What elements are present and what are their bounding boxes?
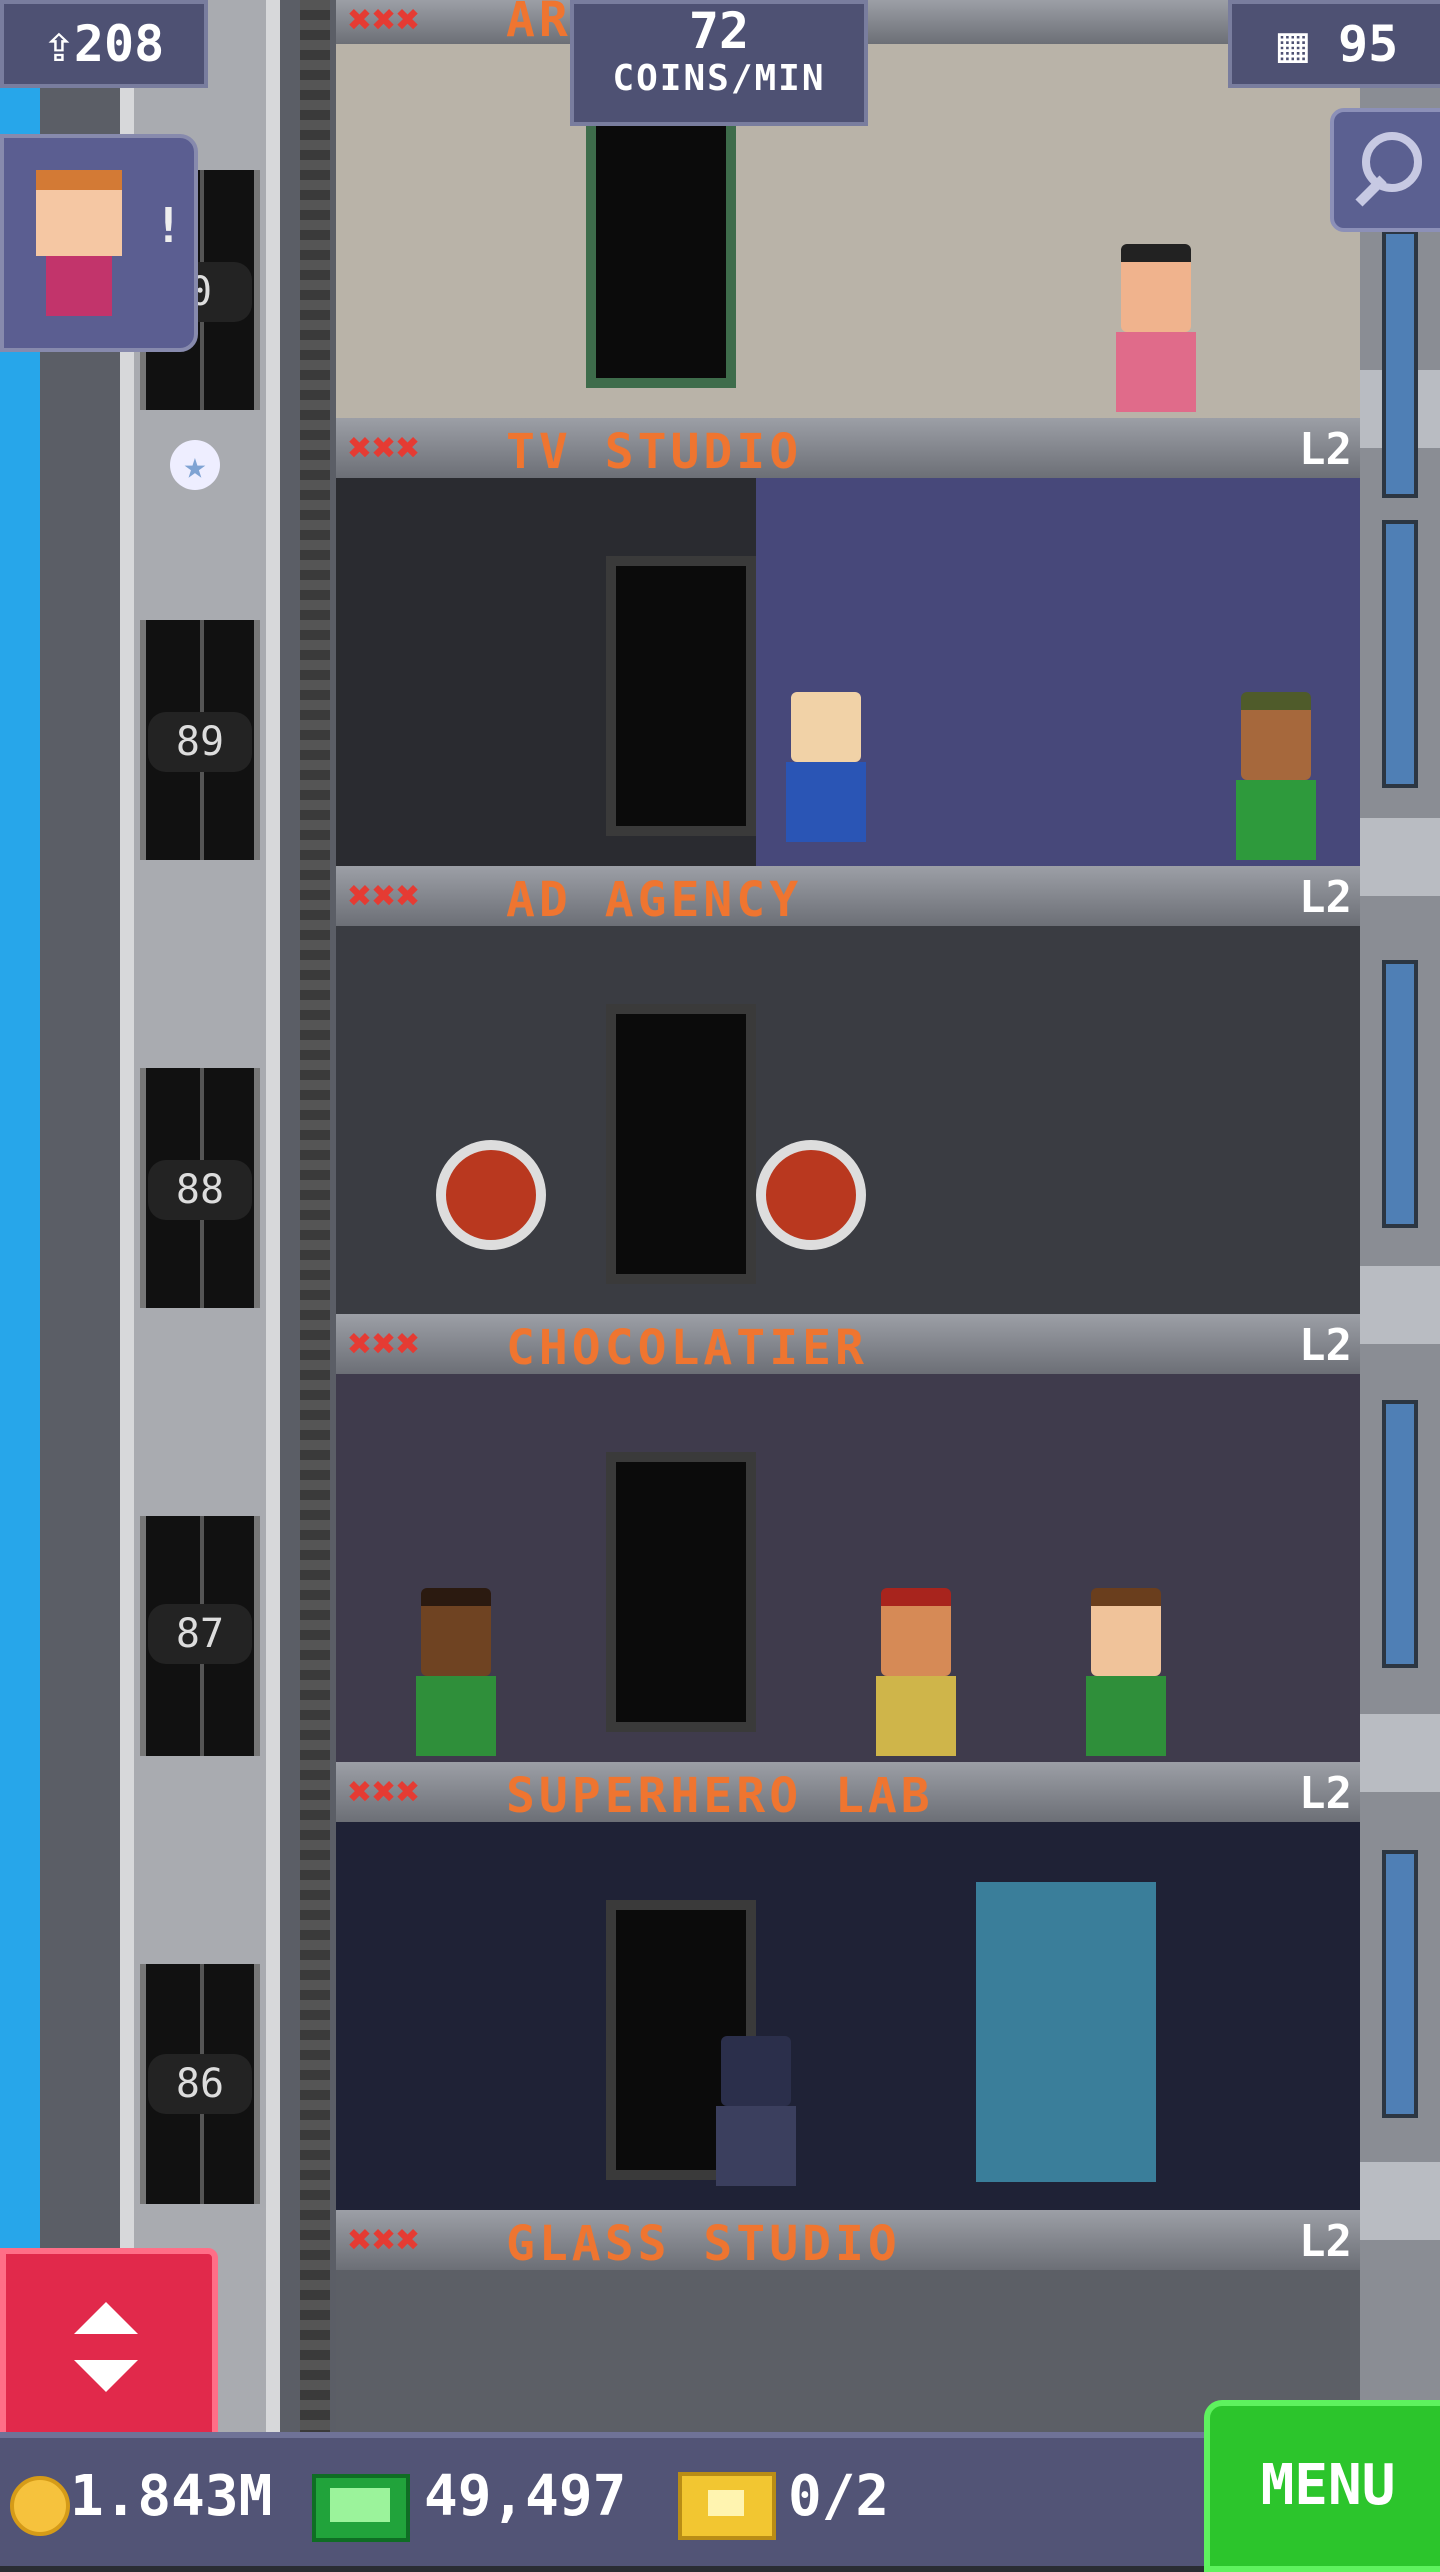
rating-icons: ✖✖✖ xyxy=(348,2217,421,2263)
person[interactable] xyxy=(716,2036,796,2186)
search-button[interactable] xyxy=(1330,108,1440,232)
floor-counter[interactable]: ▦ 95 xyxy=(1228,0,1440,88)
floor-level: L2 xyxy=(1299,1768,1352,1819)
floor-name: AD AGENCY xyxy=(506,872,803,928)
elevator-rail xyxy=(266,0,280,2560)
exterior-window xyxy=(1382,1400,1418,1668)
coins-per-min-value: 72 xyxy=(688,2,750,60)
floor-label: ✖✖✖ CHOCOLATIER L2 xyxy=(336,1314,1360,1376)
floor-label: ✖✖✖ AD AGENCY L2 xyxy=(336,866,1360,928)
coins-per-min-unit: COINS/MIN xyxy=(612,58,826,99)
elevator-floor-number: 86 xyxy=(148,2054,252,2114)
rating-icons: ✖✖✖ xyxy=(348,0,421,43)
elevator-floor-number: 89 xyxy=(148,712,252,772)
room-door xyxy=(586,108,736,388)
exterior-window xyxy=(1382,520,1418,788)
exterior-window xyxy=(1382,1850,1418,2118)
tickets-value[interactable]: 0/2 xyxy=(788,2464,889,2529)
elevator-rail xyxy=(120,0,134,2560)
room-tv-studio xyxy=(336,478,1360,866)
room-door xyxy=(606,1452,756,1732)
menu-button[interactable]: MENU xyxy=(1204,2400,1440,2572)
floor-name: TV STUDIO xyxy=(506,424,803,480)
elevator-floor-number: 88 xyxy=(148,1160,252,1220)
avatar xyxy=(36,170,122,256)
rating-icons: ✖✖✖ xyxy=(348,1769,421,1815)
floor-name: GLASS STUDIO xyxy=(506,2216,901,2272)
elevator-arrows-icon xyxy=(74,2302,138,2334)
floor-level: L2 xyxy=(1299,872,1352,923)
floor-level: L2 xyxy=(1299,2216,1352,2267)
room-ad-agency xyxy=(336,926,1360,1314)
floor-name: SUPERHERO LAB xyxy=(506,1768,934,1824)
room-superhero-lab xyxy=(336,1822,1360,2210)
floors-icon: ▦ xyxy=(1277,15,1308,73)
exterior-window xyxy=(1382,960,1418,1228)
person[interactable] xyxy=(786,692,866,842)
population-counter[interactable]: ⇪208 xyxy=(0,0,208,88)
rating-icons: ✖✖✖ xyxy=(348,873,421,919)
floor-level: L2 xyxy=(1299,424,1352,475)
elevator-floor-number: 87 xyxy=(148,1604,252,1664)
rating-icons: ✖✖✖ xyxy=(348,1321,421,1367)
person[interactable] xyxy=(416,1588,496,1756)
sky xyxy=(0,0,40,2560)
coin-icon xyxy=(10,2476,70,2536)
coins-value[interactable]: 1.843M xyxy=(70,2464,272,2529)
egg-chair xyxy=(436,1140,546,1290)
person[interactable] xyxy=(876,1588,956,1756)
floor-label: ✖✖✖ GLASS STUDIO L2 xyxy=(336,2210,1360,2272)
rating-icons: ✖✖✖ xyxy=(348,425,421,471)
floor-level: L2 xyxy=(1299,1320,1352,1371)
ticket-icon xyxy=(678,2472,776,2540)
tower-exterior-right xyxy=(1360,0,1440,2560)
room-chocolatier xyxy=(336,1374,1360,1762)
floor-label: ✖✖✖ SUPERHERO LAB L2 xyxy=(336,1762,1360,1824)
person[interactable] xyxy=(1086,1588,1166,1756)
bitizen-notification-button[interactable]: ! xyxy=(0,134,198,352)
person[interactable] xyxy=(1116,244,1196,412)
bux-icon xyxy=(312,2474,410,2542)
egg-chair xyxy=(756,1140,866,1290)
elevator-ladder xyxy=(300,0,330,2560)
elevator-button[interactable] xyxy=(0,2248,218,2446)
floor-name: CHOCOLATIER xyxy=(506,1320,868,1376)
hologram-pad xyxy=(976,1882,1156,2182)
exterior-window xyxy=(1382,230,1418,498)
floor-label: ✖✖✖ TV STUDIO L2 xyxy=(336,418,1360,480)
population-icon: ⇪ xyxy=(43,15,74,73)
floor-name: AR xyxy=(506,0,572,48)
coins-per-min: 72 COINS/MIN xyxy=(570,0,868,126)
room-glass-studio xyxy=(336,2270,1360,2430)
room-door xyxy=(606,1004,756,1284)
notice-mark: ! xyxy=(154,198,183,254)
person[interactable] xyxy=(1236,692,1316,860)
star-icon[interactable]: ★ xyxy=(170,440,220,490)
bux-value[interactable]: 49,497 xyxy=(424,2464,626,2529)
room-door xyxy=(606,556,756,836)
